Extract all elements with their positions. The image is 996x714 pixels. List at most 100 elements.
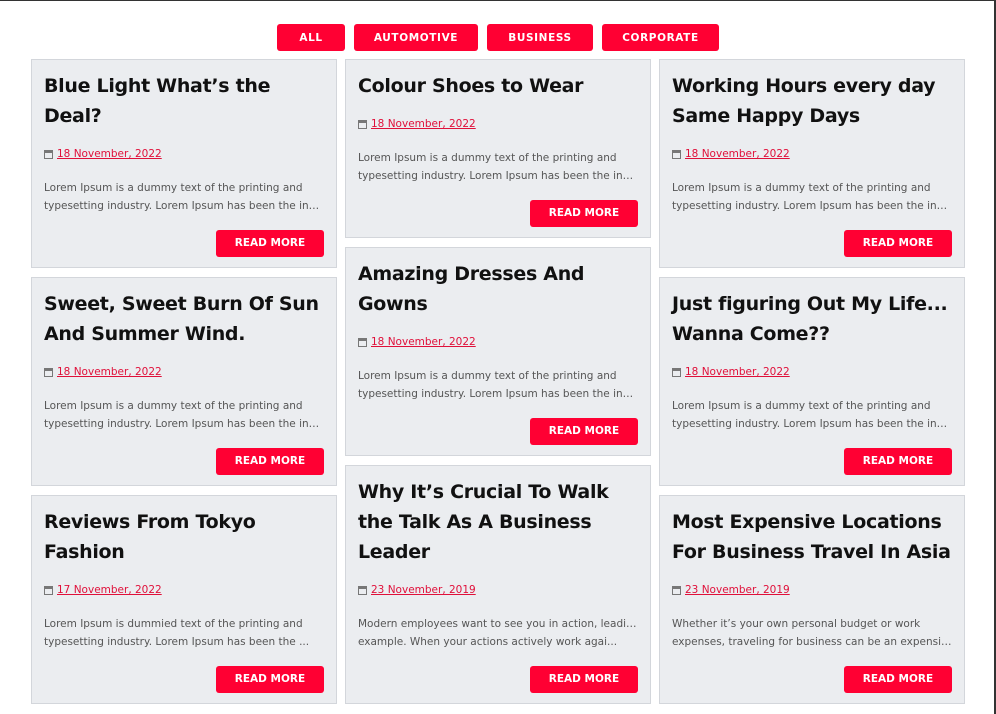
post-date-link[interactable]: 17 November, 2022 [57,584,162,596]
post-card: Why It’s Crucial To Walk the Talk As A B… [345,465,651,704]
post-card-footer: READ MORE [672,651,952,703]
post-card-footer: READ MORE [358,185,638,237]
post-card: Sweet, Sweet Burn Of Sun And Summer Wind… [31,277,337,486]
post-excerpt-line: expenses, traveling for business can be … [672,636,952,648]
post-card: Most Expensive Locations For Business Tr… [659,495,965,704]
read-more-button[interactable]: READ MORE [844,665,952,693]
post-date-row: 18 November, 2022 [672,148,952,160]
filter-corporate-button[interactable]: CORPORATE [602,24,719,51]
read-more-button[interactable]: READ MORE [216,447,324,475]
calendar-icon [672,585,681,595]
post-grid: Blue Light What’s the Deal? 18 November,… [31,59,965,704]
post-date-link[interactable]: 18 November, 2022 [57,148,162,160]
post-card: Colour Shoes to Wear 18 November, 2022 L… [345,59,651,238]
post-date-link[interactable]: 18 November, 2022 [371,336,476,348]
post-excerpt: Lorem Ipsum is a dummy text of the print… [358,149,638,185]
post-card-footer: READ MORE [358,403,638,455]
top-border [0,0,996,1]
post-card-footer: READ MORE [44,433,324,485]
calendar-icon [358,337,367,347]
post-date-row: 23 November, 2019 [672,584,952,596]
post-excerpt-line: Lorem Ipsum is a dummy text of the print… [672,400,931,412]
post-excerpt-line: typesetting industry. Lorem Ipsum has be… [672,200,952,212]
post-title[interactable]: Sweet, Sweet Burn Of Sun And Summer Wind… [44,289,324,349]
calendar-icon [358,119,367,129]
read-more-button[interactable]: READ MORE [530,199,638,227]
post-card-footer: READ MORE [672,215,952,267]
read-more-button[interactable]: READ MORE [216,665,324,693]
post-date-row: 18 November, 2022 [358,118,638,130]
post-excerpt: Modern employees want to see you in acti… [358,615,638,651]
post-excerpt: Whether it’s your own personal budget or… [672,615,952,651]
post-title[interactable]: Blue Light What’s the Deal? [44,71,324,131]
calendar-icon [358,585,367,595]
read-more-button[interactable]: READ MORE [844,447,952,475]
post-excerpt-line: example. When your actions actively work… [358,636,618,648]
post-date-link[interactable]: 23 November, 2019 [371,584,476,596]
post-card-footer: READ MORE [672,433,952,485]
post-card-footer: READ MORE [44,651,324,703]
post-date-link[interactable]: 18 November, 2022 [371,118,476,130]
post-excerpt-line: typesetting industry. Lorem Ipsum has be… [358,388,638,400]
post-title[interactable]: Why It’s Crucial To Walk the Talk As A B… [358,477,638,567]
category-filter-bar: ALL AUTOMOTIVE BUSINESS CORPORATE [0,24,996,51]
post-excerpt-line: Modern employees want to see you in acti… [358,618,638,630]
post-excerpt-line: typesetting industry. Lorem Ipsum has be… [44,418,324,430]
post-date-row: 18 November, 2022 [358,336,638,348]
post-column: Working Hours every day Same Happy Days … [659,59,965,704]
post-card-footer: READ MORE [358,651,638,703]
post-excerpt: Lorem Ipsum is dummied text of the print… [44,615,324,651]
post-date-link[interactable]: 18 November, 2022 [685,366,790,378]
post-excerpt-line: typesetting industry. Lorem Ipsum has be… [44,636,310,648]
post-card: Reviews From Tokyo Fashion 17 November, … [31,495,337,704]
post-excerpt: Lorem Ipsum is a dummy text of the print… [44,179,324,215]
post-date-row: 23 November, 2019 [358,584,638,596]
post-excerpt: Lorem Ipsum is a dummy text of the print… [672,179,952,215]
post-excerpt-line: Lorem Ipsum is a dummy text of the print… [44,400,303,412]
post-date-row: 17 November, 2022 [44,584,324,596]
post-date-row: 18 November, 2022 [44,148,324,160]
post-excerpt-line: Whether it’s your own personal budget or… [672,618,921,630]
read-more-button[interactable]: READ MORE [844,229,952,257]
post-excerpt-line: typesetting industry. Lorem Ipsum has be… [672,418,952,430]
post-card: Blue Light What’s the Deal? 18 November,… [31,59,337,268]
post-excerpt: Lorem Ipsum is a dummy text of the print… [44,397,324,433]
post-card: Just figuring Out My Life... Wanna Come?… [659,277,965,486]
calendar-icon [672,149,681,159]
post-title[interactable]: Amazing Dresses And Gowns [358,259,638,319]
post-excerpt-line: Lorem Ipsum is a dummy text of the print… [672,182,931,194]
post-card-footer: READ MORE [44,215,324,267]
calendar-icon [44,149,53,159]
calendar-icon [44,585,53,595]
post-excerpt: Lorem Ipsum is a dummy text of the print… [672,397,952,433]
post-date-row: 18 November, 2022 [44,366,324,378]
calendar-icon [44,367,53,377]
post-excerpt: Lorem Ipsum is a dummy text of the print… [358,367,638,403]
post-card: Working Hours every day Same Happy Days … [659,59,965,268]
post-title[interactable]: Colour Shoes to Wear [358,71,638,101]
post-date-row: 18 November, 2022 [672,366,952,378]
post-title[interactable]: Reviews From Tokyo Fashion [44,507,324,567]
read-more-button[interactable]: READ MORE [530,417,638,445]
post-title[interactable]: Most Expensive Locations For Business Tr… [672,507,952,567]
post-date-link[interactable]: 23 November, 2019 [685,584,790,596]
post-excerpt-line: typesetting industry. Lorem Ipsum has be… [44,200,324,212]
post-excerpt-line: Lorem Ipsum is dummied text of the print… [44,618,303,630]
post-card: Amazing Dresses And Gowns 18 November, 2… [345,247,651,456]
post-date-link[interactable]: 18 November, 2022 [57,366,162,378]
post-excerpt-line: Lorem Ipsum is a dummy text of the print… [358,370,617,382]
post-excerpt-line: typesetting industry. Lorem Ipsum has be… [358,170,638,182]
filter-all-button[interactable]: ALL [277,24,345,51]
filter-business-button[interactable]: BUSINESS [487,24,593,51]
filter-automotive-button[interactable]: AUTOMOTIVE [354,24,478,51]
read-more-button[interactable]: READ MORE [530,665,638,693]
post-column: Colour Shoes to Wear 18 November, 2022 L… [345,59,651,704]
post-date-link[interactable]: 18 November, 2022 [685,148,790,160]
post-column: Blue Light What’s the Deal? 18 November,… [31,59,337,704]
read-more-button[interactable]: READ MORE [216,229,324,257]
post-title[interactable]: Just figuring Out My Life... Wanna Come?… [672,289,952,349]
post-excerpt-line: Lorem Ipsum is a dummy text of the print… [44,182,303,194]
calendar-icon [672,367,681,377]
post-excerpt-line: Lorem Ipsum is a dummy text of the print… [358,152,617,164]
post-title[interactable]: Working Hours every day Same Happy Days [672,71,952,131]
